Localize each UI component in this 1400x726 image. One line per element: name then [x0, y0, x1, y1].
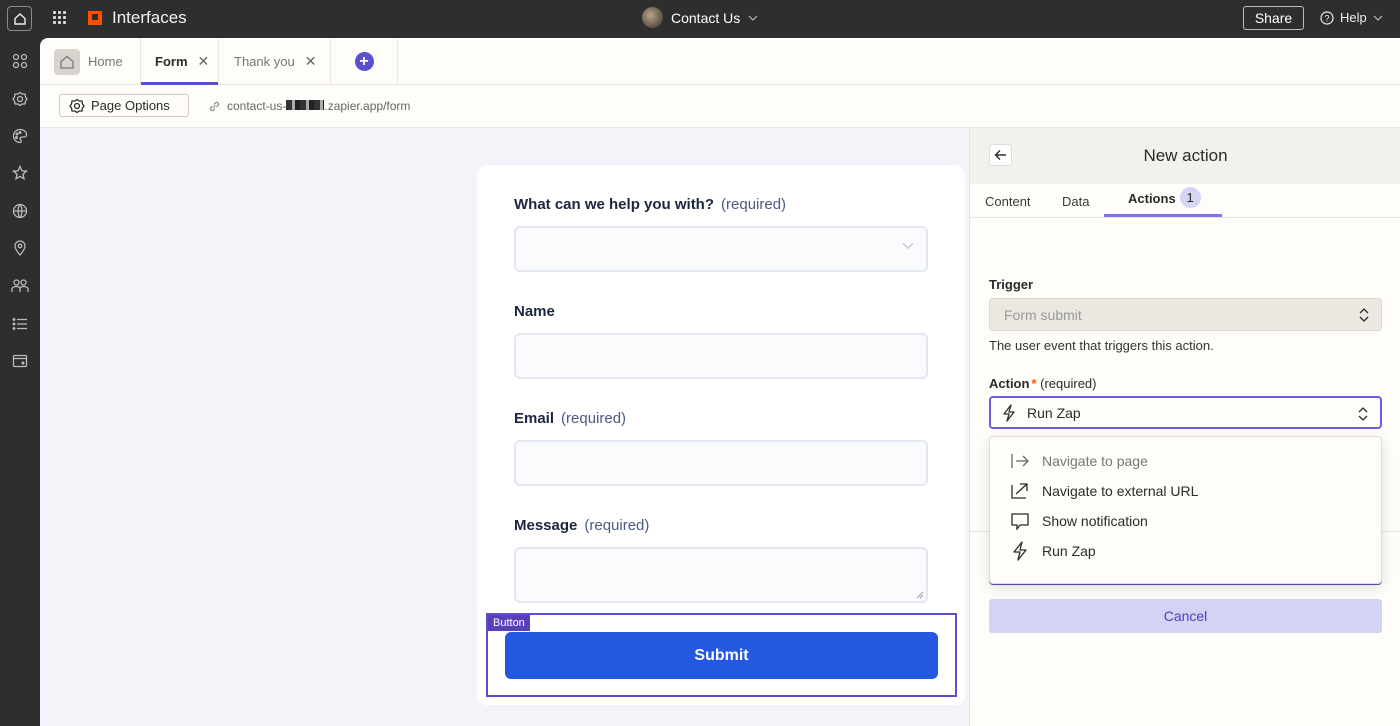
tab-form[interactable]: Form ✕ [141, 38, 219, 85]
field-label-message: Message (required) [514, 517, 650, 534]
bolt-icon [1003, 403, 1015, 422]
location-icon[interactable] [10, 238, 30, 258]
redacted-text [286, 100, 325, 110]
close-icon[interactable]: ✕ [198, 53, 210, 70]
page-name: Contact Us [671, 9, 741, 26]
tab-thank-you[interactable]: Thank you ✕ [219, 38, 331, 85]
tab-actions[interactable]: Actions 1 [1128, 187, 1201, 209]
page-tabs: Home Form ✕ Thank you ✕ + [40, 38, 1400, 85]
palette-icon[interactable] [10, 126, 30, 146]
close-icon[interactable]: ✕ [305, 53, 317, 70]
top-bar: Interfaces Contact Us Share ? Help [0, 0, 1400, 38]
settings-icon [69, 98, 85, 113]
plus-icon: + [354, 52, 374, 71]
arrow-to-line-icon [1011, 454, 1029, 468]
tab-label: Form [155, 54, 188, 69]
url-suffix: .zapier.app/form [324, 99, 411, 113]
chevron-up-down-icon [1358, 407, 1368, 421]
tab-label: Thank you [234, 54, 295, 69]
message-icon [1011, 513, 1029, 530]
option-show-notification[interactable]: Show notification [1010, 507, 1148, 535]
active-tab-indicator [1104, 214, 1222, 217]
page-subbar: Page Options contact-us- .zapier.app/form [40, 85, 1400, 128]
tab-content[interactable]: Content [985, 194, 1031, 209]
panel-title: New action [1143, 146, 1228, 165]
page-url[interactable]: contact-us- .zapier.app/form [208, 99, 410, 113]
trigger-label: Trigger [989, 277, 1034, 292]
chevron-up-down-icon [1359, 308, 1369, 322]
star-icon[interactable] [10, 163, 30, 183]
left-sidebar [0, 38, 40, 726]
bolt-icon [1013, 541, 1027, 561]
action-options-menu: Navigate to page Navigate to external UR… [989, 436, 1382, 584]
selected-button-block[interactable]: Button Submit [486, 613, 957, 697]
home-icon [13, 12, 26, 25]
field-label-name: Name [514, 303, 555, 320]
wallet-icon[interactable] [10, 351, 30, 371]
name-input[interactable] [514, 333, 928, 379]
tab-label: Home [88, 54, 123, 69]
globe-icon[interactable] [10, 201, 30, 221]
help-label: Help [1340, 10, 1367, 25]
apps-grid-icon[interactable] [53, 11, 67, 25]
message-textarea[interactable] [514, 547, 928, 603]
svg-text:?: ? [1324, 13, 1329, 23]
submit-button[interactable]: Submit [505, 632, 938, 679]
trigger-help-text: The user event that triggers this action… [989, 338, 1214, 353]
resize-handle-icon[interactable] [916, 591, 924, 599]
tab-home[interactable]: Home [40, 38, 141, 85]
zapier-logo-icon [88, 11, 102, 25]
topic-select[interactable] [514, 226, 928, 272]
contact-form: What can we help you with? (required) Nam… [477, 165, 965, 705]
email-input[interactable] [514, 440, 928, 486]
field-label-email: Email (required) [514, 410, 627, 427]
tab-data[interactable]: Data [1062, 194, 1089, 209]
page-options-label: Page Options [91, 98, 170, 113]
count-badge: 1 [1179, 187, 1201, 209]
action-select[interactable]: Run Zap [989, 396, 1382, 429]
settings-icon[interactable] [10, 89, 30, 109]
list-icon[interactable] [10, 314, 30, 334]
add-tab-button[interactable]: + [331, 38, 398, 85]
chevron-down-icon [748, 15, 758, 21]
page-switcher[interactable]: Contact Us [642, 7, 758, 28]
app-title: Interfaces [112, 8, 187, 27]
share-button[interactable]: Share [1243, 6, 1304, 30]
chevron-down-icon [902, 242, 914, 249]
trigger-select: Form submit [989, 298, 1382, 331]
main-area: Home Form ✕ Thank you ✕ + Page Options c… [40, 38, 1400, 726]
block-type-tag: Button [488, 615, 530, 631]
external-link-icon [1011, 483, 1028, 499]
apps-icon[interactable] [10, 51, 30, 71]
page-canvas: What can we help you with? (required) Nam… [40, 128, 970, 726]
panel-tabs: Content Data Actions 1 [970, 184, 1400, 218]
chevron-down-icon [1373, 15, 1383, 21]
option-run-zap[interactable]: Run Zap [1010, 537, 1096, 565]
home-button[interactable] [7, 6, 32, 31]
help-circle-icon: ? [1320, 10, 1334, 25]
home-icon [54, 48, 80, 75]
url-prefix: contact-us- [227, 99, 287, 113]
action-panel: New action Content Data Actions 1 Trigger… [969, 128, 1400, 726]
option-navigate-external-url[interactable]: Navigate to external URL [1010, 477, 1198, 505]
help-menu[interactable]: ? Help [1320, 10, 1383, 25]
action-label: Action * (required) [989, 376, 1097, 391]
cancel-button[interactable]: Cancel [989, 599, 1382, 633]
option-navigate-to-page[interactable]: Navigate to page [1010, 447, 1148, 475]
avatar [642, 7, 663, 28]
page-options-button[interactable]: Page Options [59, 94, 189, 117]
users-icon[interactable] [10, 276, 30, 296]
field-label-topic: What can we help you with? (required) [514, 196, 787, 213]
link-icon [209, 101, 220, 111]
panel-header: New action [970, 128, 1400, 184]
